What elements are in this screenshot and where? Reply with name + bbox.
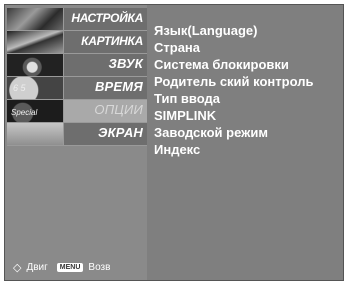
clock-thumbnail-icon: 6 5 <box>7 77 64 99</box>
menu-item-input-type[interactable]: Тип ввода <box>154 90 313 107</box>
screen-thumbnail-icon <box>7 123 64 145</box>
move-label: Двиг <box>26 262 48 273</box>
tab-label: ОПЦИИ <box>94 102 143 117</box>
tab-label: КАРТИНКА <box>81 34 143 48</box>
tab-label: ЗВУК <box>108 56 143 71</box>
menu-item-simplink[interactable]: SIMPLINK <box>154 107 313 124</box>
menu-item-parental-control[interactable]: Родитель ский контроль <box>154 73 313 90</box>
menu-item-index[interactable]: Индекс <box>154 141 313 158</box>
tab-screen[interactable]: ЭКРАН <box>7 123 147 146</box>
tab-time[interactable]: 6 5 ВРЕМЯ <box>7 77 147 100</box>
menu-item-language[interactable]: Язык(Language) <box>154 22 313 39</box>
tab-setup[interactable]: НАСТРОЙКА <box>7 8 147 31</box>
audio-thumbnail-icon <box>7 54 64 76</box>
options-submenu: Язык(Language) Страна Система блокировки… <box>147 5 343 280</box>
tab-label: НАСТРОЙКА <box>71 11 143 25</box>
osd-menu: НАСТРОЙКА КАРТИНКА ЗВУК 6 5 ВРЕМЯ Specia… <box>4 4 344 281</box>
tab-picture[interactable]: КАРТИНКА <box>7 31 147 54</box>
options-list: Язык(Language) Страна Система блокировки… <box>154 22 313 158</box>
navigation-hint: ◇ Двиг MENU Возв <box>13 261 110 274</box>
picture-thumbnail-icon <box>7 31 64 53</box>
menu-key-icon: MENU <box>56 263 84 272</box>
setup-thumbnail-icon <box>7 8 64 30</box>
tab-options[interactable]: Special ОПЦИИ <box>7 100 147 123</box>
tab-label: ЭКРАН <box>98 125 143 140</box>
menu-item-country[interactable]: Страна <box>154 39 313 56</box>
tab-audio[interactable]: ЗВУК <box>7 54 147 77</box>
menu-item-lock-system[interactable]: Система блокировки <box>154 56 313 73</box>
tab-label: ВРЕМЯ <box>94 79 143 94</box>
clock-digits: 6 5 <box>13 83 26 93</box>
special-text: Special <box>11 108 38 117</box>
back-label: Возв <box>88 262 111 273</box>
menu-item-factory-mode[interactable]: Заводской режим <box>154 124 313 141</box>
options-thumbnail-icon: Special <box>7 100 64 122</box>
category-tabs: НАСТРОЙКА КАРТИНКА ЗВУК 6 5 ВРЕМЯ Specia… <box>5 5 147 280</box>
navigation-arrows-icon: ◇ <box>13 262 22 274</box>
